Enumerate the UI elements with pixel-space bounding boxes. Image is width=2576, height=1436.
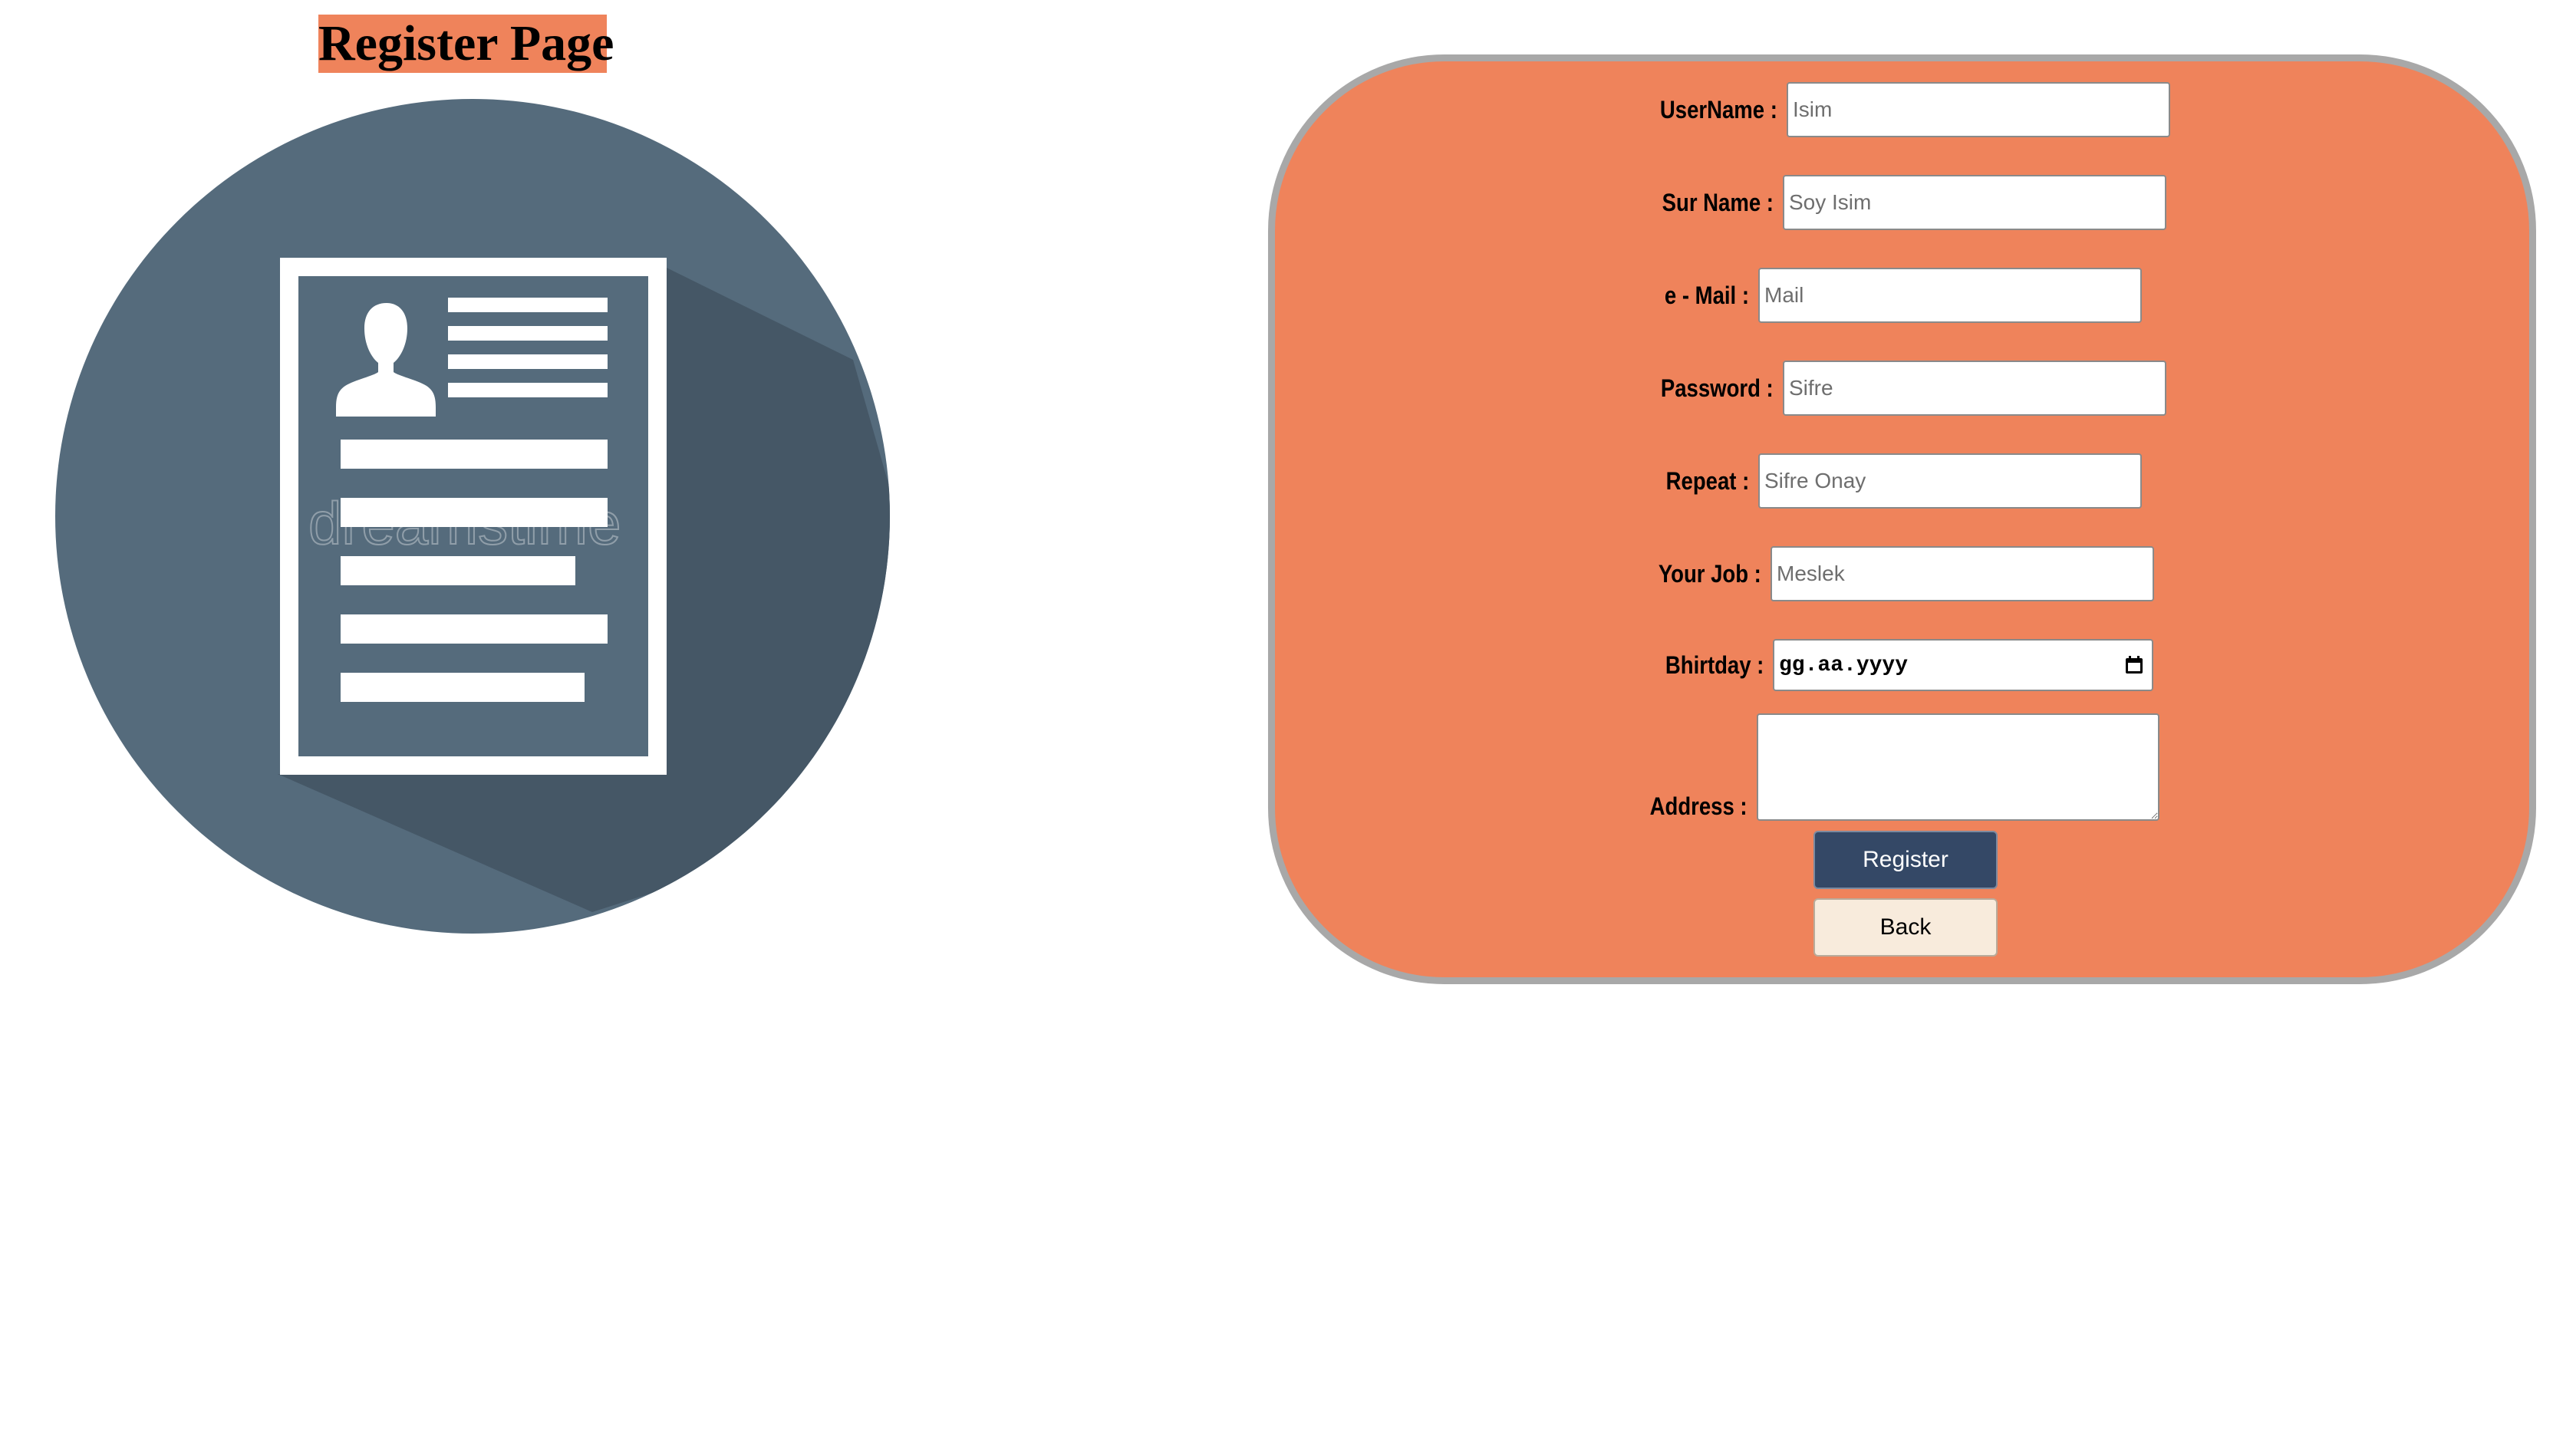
password-row: Password :: [1275, 361, 2166, 416]
password-label: Password :: [1661, 374, 1774, 402]
address-row: Address :: [1275, 713, 2159, 821]
header-line: [448, 354, 608, 369]
email-row: e - Mail :: [1275, 268, 2142, 323]
header-line: [448, 298, 608, 312]
calendar-icon[interactable]: [2124, 655, 2144, 675]
address-label: Address :: [1650, 792, 1748, 820]
birthday-date-text: gg.aa.yyyy: [1779, 653, 1909, 677]
content-bar: [341, 440, 608, 469]
header-line: [448, 383, 608, 397]
repeat-password-input[interactable]: [1758, 453, 2142, 509]
content-bar: [341, 673, 585, 702]
page-title: Register Page: [318, 15, 614, 73]
job-input[interactable]: [1771, 546, 2154, 601]
content-bar: [341, 556, 575, 585]
username-row: UserName :: [1275, 82, 2170, 137]
email-input[interactable]: [1758, 268, 2142, 323]
register-button[interactable]: Register: [1813, 831, 1998, 889]
username-input[interactable]: [1787, 82, 2170, 137]
header-line: [448, 326, 608, 341]
job-row: Your Job :: [1275, 546, 2154, 601]
surname-label: Sur Name :: [1662, 188, 1774, 216]
watermark: dreamstime: [308, 489, 621, 557]
email-label: e - Mail :: [1664, 281, 1749, 309]
repeat-label: Repeat :: [1665, 466, 1749, 495]
address-textarea[interactable]: [1757, 713, 2159, 821]
repeat-row: Repeat :: [1275, 453, 2142, 509]
resume-document-icon: dreamstime: [55, 99, 890, 934]
password-input[interactable]: [1783, 361, 2166, 416]
username-label: UserName :: [1660, 95, 1777, 124]
content-bar: [341, 614, 608, 644]
back-button[interactable]: Back: [1813, 898, 1998, 957]
register-form: UserName : Sur Name : e - Mail : Passwor…: [1268, 54, 2536, 984]
job-label: Your Job :: [1658, 559, 1761, 588]
birthday-row: Bhirtday : gg.aa.yyyy: [1275, 639, 2153, 691]
birthday-date-input[interactable]: gg.aa.yyyy: [1773, 639, 2153, 691]
surname-row: Sur Name :: [1275, 175, 2166, 230]
birthday-label: Bhirtday :: [1665, 650, 1764, 679]
surname-input[interactable]: [1783, 175, 2166, 230]
